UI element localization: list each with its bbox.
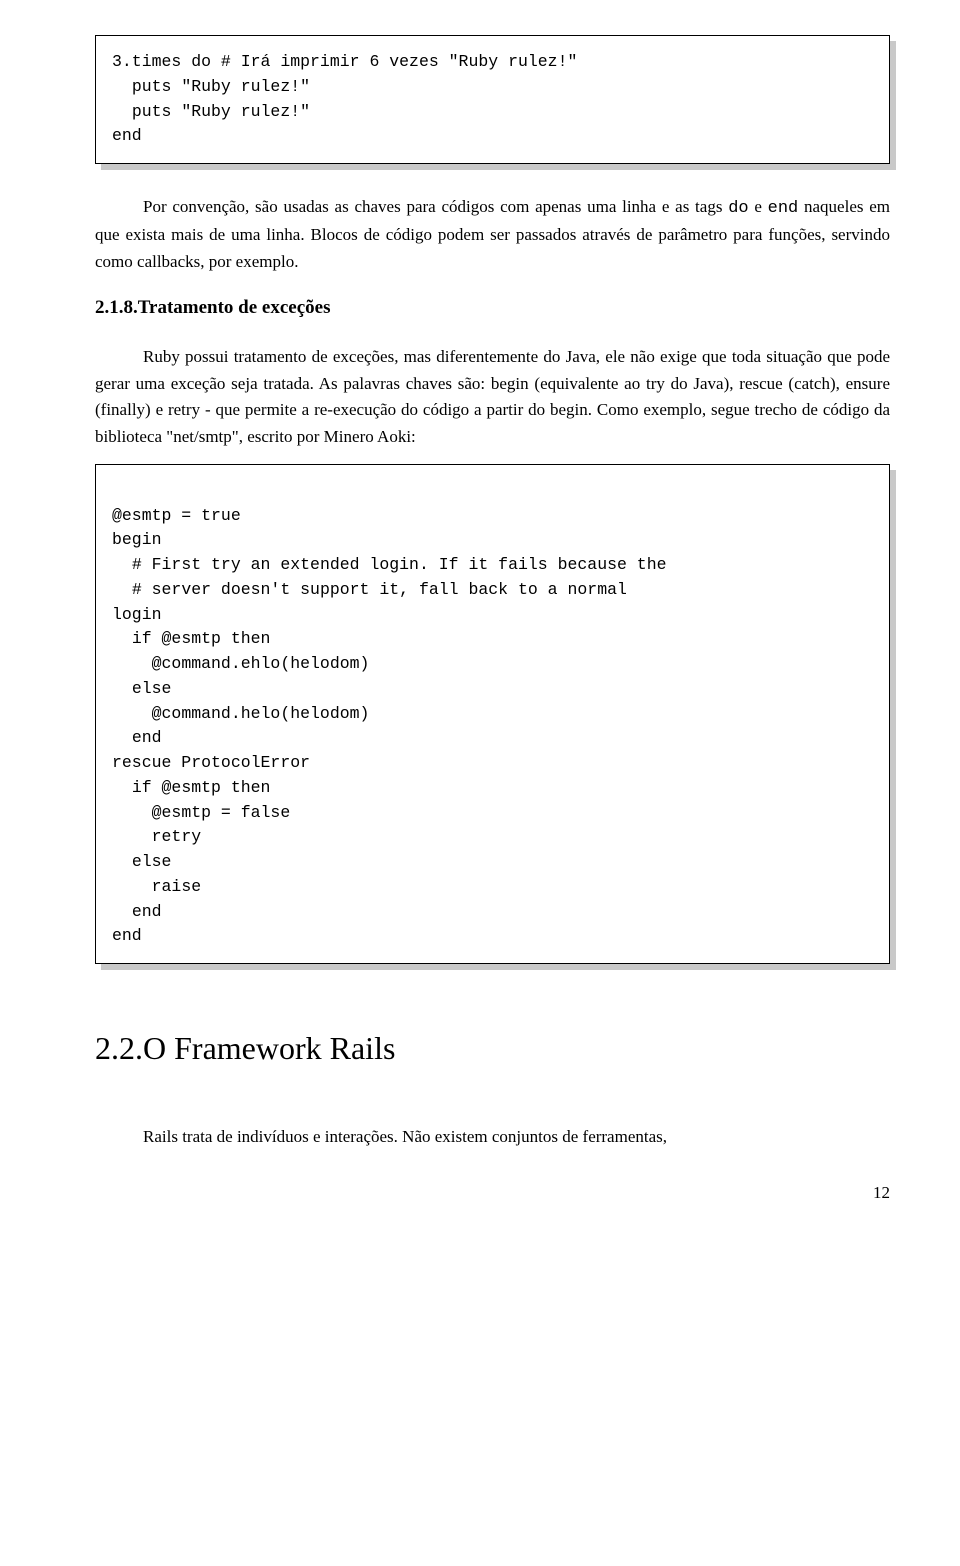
section-heading: 2.1.8.Tratamento de exceções — [95, 293, 890, 322]
end-tag: end — [768, 199, 799, 218]
code-block-2: @esmtp = true begin # First try an exten… — [95, 464, 890, 964]
code-block-2-wrapper: @esmtp = true begin # First try an exten… — [95, 464, 890, 964]
page-number: 12 — [95, 1180, 890, 1206]
do-tag: do — [728, 199, 748, 218]
paragraph-exceptions: Ruby possui tratamento de exceções, mas … — [95, 344, 890, 449]
chapter-heading: 2.2.O Framework Rails — [95, 1024, 890, 1074]
para1-b: e — [749, 197, 768, 216]
paragraph-rails: Rails trata de indivíduos e interações. … — [95, 1124, 890, 1150]
paragraph-convention: Por convenção, são usadas as chaves para… — [95, 194, 890, 275]
code-block-1: 3.times do # Irá imprimir 6 vezes "Ruby … — [95, 35, 890, 164]
code-block-1-wrapper: 3.times do # Irá imprimir 6 vezes "Ruby … — [95, 35, 890, 164]
para1-a: Por convenção, são usadas as chaves para… — [143, 197, 728, 216]
